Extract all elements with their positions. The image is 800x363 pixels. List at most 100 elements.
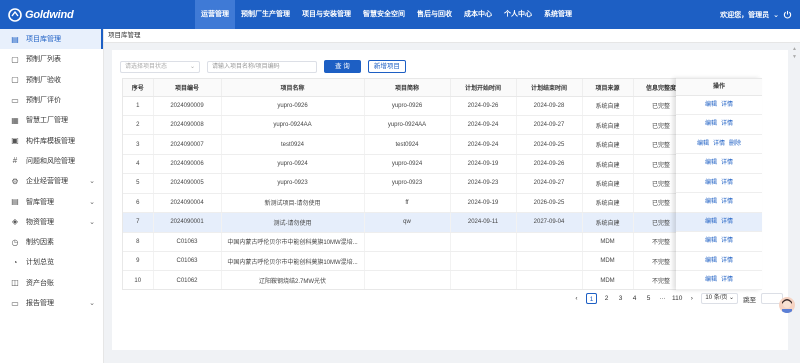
table-cell: yupro-0926 xyxy=(364,96,451,116)
prev-page-button[interactable]: ‹ xyxy=(572,293,581,304)
operation-link[interactable]: 编辑 xyxy=(705,180,717,186)
page-number[interactable]: 1 xyxy=(586,293,597,304)
operation-link[interactable]: 编辑 xyxy=(705,258,717,264)
user-greeting[interactable]: 欢迎您，管理员 xyxy=(720,10,769,20)
sidebar-item-12[interactable]: ◫ 资产台账 xyxy=(0,273,103,293)
sidebar-item-0[interactable]: ▤ 项目库管理 xyxy=(0,29,103,50)
doc-icon: ▤ xyxy=(11,34,19,44)
operation-link[interactable]: 详情 xyxy=(721,160,733,166)
file-icon: ▢ xyxy=(11,54,19,64)
table-row[interactable]: 2 2024090008 yupro-0924AA yupro-0924AA 2024-… xyxy=(123,115,761,136)
table-row[interactable]: 4 2024090006 yupro-0924 yupro-0924 2024-09-1… xyxy=(123,154,761,175)
operation-link[interactable]: 编辑 xyxy=(705,121,717,127)
sidebar-item-6[interactable]: # 问题和风险管理 xyxy=(0,151,103,171)
sidebar-item-3[interactable]: ▭ 预制厂评价 xyxy=(0,90,103,110)
sidebar-item-label: 企业经营管理 xyxy=(26,178,68,186)
table-row[interactable]: 3 2024090007 test0924 test0924 2024-09-24 202… xyxy=(123,134,761,155)
sidebar-item-4[interactable]: ▦ 智慧工厂管理 xyxy=(0,110,103,130)
operation-link[interactable]: 删除 xyxy=(729,141,741,147)
brand-logo[interactable]: Goldwind xyxy=(0,0,104,29)
operation-link[interactable]: 编辑 xyxy=(705,238,717,244)
operation-link[interactable]: 详情 xyxy=(721,258,733,264)
table-cell: MDM xyxy=(582,270,634,289)
table-row[interactable]: 7 2024090001 测试-请勿使用 qw 2024-09-11 2027-09-04… xyxy=(123,212,761,233)
operation-link[interactable]: 详情 xyxy=(713,141,725,147)
table-cell xyxy=(516,232,583,253)
operation-link[interactable]: 详情 xyxy=(721,199,733,205)
user-menu-caret-icon[interactable]: ⌄ xyxy=(773,11,779,19)
table-row[interactable]: 6 2024090004 新测试项目-请勿使用 ff 2024-09-19 2026-09… xyxy=(123,193,761,214)
sidebar-item-label: 报告管理 xyxy=(26,300,54,307)
operation-link[interactable]: 详情 xyxy=(721,121,733,127)
table-cell: 系统自建 xyxy=(582,212,634,233)
table-cell: 2024090004 xyxy=(153,193,222,214)
table-cell: 2024090005 xyxy=(153,173,222,194)
operation-link[interactable]: 编辑 xyxy=(705,277,717,283)
main-nav: 运营管理 预制厂生产管理 项目与安装管理 智慧安全空间 售后与回收 成本中心 个人中心 系统管… xyxy=(195,0,578,29)
table-cell: yupro-0924AA xyxy=(364,115,451,136)
nav-item-4[interactable]: 售后与回收 xyxy=(411,0,458,29)
assistant-avatar[interactable] xyxy=(779,297,795,313)
operation-link[interactable]: 详情 xyxy=(721,180,733,186)
table-cell: 3 xyxy=(123,134,154,155)
page-number[interactable]: 4 xyxy=(630,293,639,304)
nav-item-0[interactable]: 运营管理 xyxy=(195,0,235,29)
filter-bar: 请选择项目状态 ⌄ 请输入项目名称/项目编码 查 询 新增项目 xyxy=(120,60,406,73)
table-row[interactable]: 10C01062辽阳鞍钢烧结2.7MW光伏MDM不完整编辑详情 xyxy=(123,270,761,289)
query-button[interactable]: 查 询 xyxy=(324,60,361,73)
folder-icon: ▤ xyxy=(11,197,19,207)
nav-item-5[interactable]: 成本中心 xyxy=(458,0,498,29)
sidebar-item-13[interactable]: ▭ 报告管理 ⌄ xyxy=(0,293,103,313)
sidebar-item-5[interactable]: ▣ 构件库模板管理 xyxy=(0,130,103,150)
nav-item-1[interactable]: 预制厂生产管理 xyxy=(235,0,296,29)
page-ellipsis[interactable]: ··· xyxy=(658,293,667,304)
operation-link[interactable]: 编辑 xyxy=(705,219,717,225)
page-number[interactable]: 2 xyxy=(602,293,611,304)
operation-link[interactable]: 详情 xyxy=(721,238,733,244)
nav-item-6[interactable]: 个人中心 xyxy=(498,0,538,29)
operation-cell: 编辑 详情 xyxy=(676,193,762,213)
table-header-row: 序号项目编号项目名称项目简称计划开始时间计划结束时间项目来源信息完整度▲▼ xyxy=(123,79,761,97)
page-number[interactable]: 5 xyxy=(644,293,653,304)
column-header: 计划结束时间 xyxy=(516,79,583,97)
operation-link[interactable]: 详情 xyxy=(721,277,733,283)
nav-item-7[interactable]: 系统管理 xyxy=(538,0,578,29)
sidebar-item-2[interactable]: ▢ 预制厂验收 xyxy=(0,70,103,90)
add-project-button[interactable]: 新增项目 xyxy=(367,60,406,73)
table-cell: 8 xyxy=(123,232,154,253)
sidebar-item-9[interactable]: ◈ 物资管理 ⌄ xyxy=(0,212,103,232)
sidebar-item-10[interactable]: ◷ 制约因素 xyxy=(0,232,103,252)
operation-link[interactable]: 编辑 xyxy=(697,141,709,147)
sidebar-item-7[interactable]: ⚙ 企业经营管理 ⌄ xyxy=(0,171,103,191)
nav-item-3[interactable]: 智慧安全空间 xyxy=(357,0,411,29)
sidebar-item-1[interactable]: ▢ 预制厂列表 xyxy=(0,49,103,69)
project-status-select[interactable]: 请选择项目状态 ⌄ xyxy=(120,60,200,73)
operation-link[interactable]: 详情 xyxy=(721,219,733,225)
nav-item-2[interactable]: 项目与安装管理 xyxy=(296,0,357,29)
page-number[interactable]: 3 xyxy=(616,293,625,304)
logout-icon[interactable] xyxy=(783,10,792,19)
page-number-last[interactable]: 110 xyxy=(672,293,682,304)
page-size-select[interactable]: 10 条/页 ⌄ xyxy=(701,293,739,304)
gear-icon: ⚙ xyxy=(11,176,19,186)
table-cell: 4 xyxy=(123,154,154,175)
sidebar-item-11[interactable]: ◔ 计划总览 xyxy=(0,252,103,272)
operation-link[interactable]: 编辑 xyxy=(705,160,717,166)
clipboard-icon: ▭ xyxy=(11,95,19,105)
operation-link[interactable]: 编辑 xyxy=(705,102,717,108)
table-row[interactable]: 5 2024090005 yupro-0923 yupro-0923 2024-09-2… xyxy=(123,173,761,194)
operation-link[interactable]: 详情 xyxy=(721,102,733,108)
sidebar-item-8[interactable]: ▤ 智库管理 ⌄ xyxy=(0,191,103,211)
page-scroll-arrows-icon[interactable]: ▲ ▼ xyxy=(792,45,797,61)
next-page-button[interactable]: › xyxy=(687,293,696,304)
table-cell: 系统自建 xyxy=(582,96,634,116)
table-row[interactable]: 1 2024090009 yupro-0926 yupro-0926 2024-09-2… xyxy=(123,96,761,116)
table-cell: 2024-09-26 xyxy=(516,154,583,175)
table-cell xyxy=(364,270,451,289)
table-row[interactable]: 8C01063中国内蒙古呼伦贝尔市中能创科莫旗10MW混培...MDM不完整编辑… xyxy=(123,232,761,253)
project-status-placeholder: 请选择项目状态 xyxy=(125,63,168,70)
table-cell: 2024-09-27 xyxy=(516,173,583,194)
project-search-input[interactable]: 请输入项目名称/项目编码 xyxy=(207,60,317,73)
table-row[interactable]: 9C01063中国内蒙古呼伦贝尔市中能创科莫旗10MW混培...MDM不完整编辑… xyxy=(123,251,761,272)
operation-link[interactable]: 编辑 xyxy=(705,199,717,205)
